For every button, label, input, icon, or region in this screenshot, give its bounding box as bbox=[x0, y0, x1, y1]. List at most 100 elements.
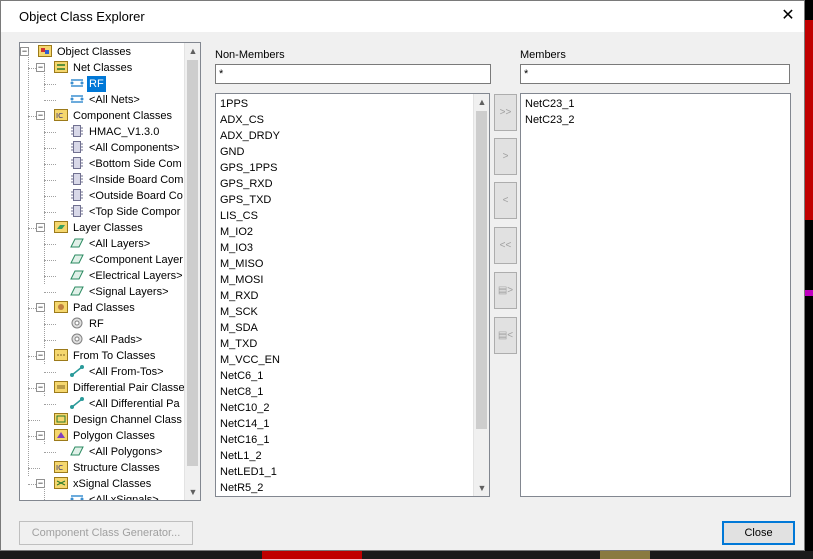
scroll-down-icon[interactable]: ▼ bbox=[474, 480, 489, 496]
tree-node[interactable]: RF bbox=[70, 316, 106, 332]
layer-class-icon bbox=[70, 253, 84, 265]
list-item[interactable]: NetC16_1 bbox=[220, 432, 270, 448]
tree-node[interactable]: RF bbox=[70, 76, 106, 92]
tree-node[interactable]: <Bottom Side Com bbox=[70, 156, 184, 172]
tree-node[interactable]: Layer Classes bbox=[54, 220, 145, 236]
list-item[interactable]: M_RXD bbox=[220, 288, 259, 304]
tree-node[interactable]: IC Component Classes bbox=[54, 108, 174, 124]
tree-node-label: <All Differential Pa bbox=[89, 398, 180, 410]
add-special-button[interactable]: ▤> bbox=[494, 272, 517, 309]
tree-node[interactable]: Polygon Classes bbox=[54, 428, 157, 444]
list-item[interactable]: GND bbox=[220, 144, 244, 160]
tree-node-label: <All Pads> bbox=[89, 334, 143, 346]
close-button[interactable]: Close bbox=[722, 521, 795, 545]
pad-classes-icon bbox=[54, 301, 68, 314]
remove-all-button[interactable]: << bbox=[494, 227, 517, 264]
members-list[interactable]: NetC23_1 NetC23_2 bbox=[520, 93, 791, 497]
tree-node[interactable]: Differential Pair Classe bbox=[54, 380, 185, 396]
tree-connector bbox=[44, 308, 45, 348]
close-icon[interactable]: ✕ bbox=[778, 6, 798, 26]
list-item[interactable]: M_SCK bbox=[220, 304, 258, 320]
remove-special-button[interactable]: ▤< bbox=[494, 317, 517, 354]
background-editor-strip bbox=[262, 551, 362, 559]
tree-node[interactable]: <Top Side Compor bbox=[70, 204, 182, 220]
tree-node[interactable]: Design Channel Class bbox=[54, 412, 184, 428]
list-item[interactable]: LIS_CS bbox=[220, 208, 258, 224]
list-item[interactable]: GPS_1PPS bbox=[220, 160, 277, 176]
list-item[interactable]: 1PPS bbox=[220, 96, 248, 112]
non-members-scrollbar[interactable]: ▲ ▼ bbox=[473, 94, 489, 496]
tree-node[interactable]: xSignal Classes bbox=[54, 476, 153, 492]
add-all-button[interactable]: >> bbox=[494, 94, 517, 131]
list-item[interactable]: NetC23_1 bbox=[525, 96, 575, 112]
list-item[interactable]: ADX_CS bbox=[220, 112, 264, 128]
from-to-classes-icon bbox=[54, 349, 68, 362]
object-classes-icon bbox=[38, 45, 52, 58]
add-button[interactable]: > bbox=[494, 138, 517, 175]
tree-node[interactable]: <All Differential Pa bbox=[70, 396, 182, 412]
background-editor-strip bbox=[805, 20, 813, 220]
tree-node[interactable]: Net Classes bbox=[54, 60, 134, 76]
list-item[interactable]: NetC6_1 bbox=[220, 368, 263, 384]
window-title: Object Class Explorer bbox=[19, 9, 145, 24]
list-item[interactable]: NetR5_2 bbox=[220, 480, 263, 496]
list-item[interactable]: NetC10_2 bbox=[220, 400, 270, 416]
scroll-up-icon[interactable]: ▲ bbox=[474, 94, 489, 110]
tree-connector bbox=[28, 420, 40, 421]
tree-node[interactable]: IC Structure Classes bbox=[54, 460, 162, 476]
tree-connector bbox=[44, 260, 56, 261]
tree-node[interactable]: <All Components> bbox=[70, 140, 182, 156]
tree-node[interactable]: <Inside Board Com bbox=[70, 172, 185, 188]
tree-node[interactable]: <Component Layer bbox=[70, 252, 185, 268]
tree-node[interactable]: <All Nets> bbox=[70, 92, 142, 108]
tree-scrollbar[interactable]: ▲ ▼ bbox=[184, 43, 200, 500]
list-item[interactable]: NetC23_2 bbox=[525, 112, 575, 128]
tree-node-label: Net Classes bbox=[73, 62, 133, 74]
list-item[interactable]: NetLED1_1 bbox=[220, 464, 277, 480]
tree-node-label: HMAC_V1.3.0 bbox=[89, 126, 160, 138]
tree-node[interactable]: <All Layers> bbox=[70, 236, 152, 252]
tree-node[interactable]: Pad Classes bbox=[54, 300, 137, 316]
tree-node-label: Layer Classes bbox=[73, 222, 143, 234]
list-item[interactable]: M_TXD bbox=[220, 336, 257, 352]
scroll-up-icon[interactable]: ▲ bbox=[185, 43, 200, 59]
tree-scroll-thumb[interactable] bbox=[187, 60, 198, 466]
tree-node[interactable]: Object Classes bbox=[38, 44, 133, 60]
tree-node[interactable]: <All xSignals> bbox=[70, 492, 161, 500]
list-item[interactable]: GPS_TXD bbox=[220, 192, 271, 208]
layer-class-icon bbox=[70, 237, 84, 249]
tree-connector bbox=[44, 116, 45, 220]
list-item[interactable]: M_MISO bbox=[220, 256, 263, 272]
list-item[interactable]: M_IO3 bbox=[220, 240, 253, 256]
tree-node[interactable]: <All Pads> bbox=[70, 332, 144, 348]
list-item[interactable]: M_MOSI bbox=[220, 272, 263, 288]
tree-node[interactable]: <All From-Tos> bbox=[70, 364, 166, 380]
list-item[interactable]: M_SDA bbox=[220, 320, 258, 336]
list-item[interactable]: M_IO2 bbox=[220, 224, 253, 240]
non-members-filter-input[interactable]: * bbox=[215, 64, 491, 84]
tree-node[interactable]: <Outside Board Co bbox=[70, 188, 185, 204]
class-tree[interactable]: − Object Classes − Net Classes RF <All Nets> −… bbox=[19, 42, 201, 501]
tree-node[interactable]: From To Classes bbox=[54, 348, 157, 364]
list-item[interactable]: NetL1_2 bbox=[220, 448, 262, 464]
members-filter-input[interactable]: * bbox=[520, 64, 790, 84]
tree-node[interactable]: <All Polygons> bbox=[70, 444, 164, 460]
remove-button[interactable]: < bbox=[494, 182, 517, 219]
tree-node[interactable]: <Electrical Layers> bbox=[70, 268, 185, 284]
list-item[interactable]: M_VCC_EN bbox=[220, 352, 280, 368]
list-item[interactable]: NetC14_1 bbox=[220, 416, 270, 432]
list-item[interactable]: NetC8_1 bbox=[220, 384, 263, 400]
scroll-down-icon[interactable]: ▼ bbox=[185, 484, 200, 500]
tree-node-label: <Component Layer bbox=[89, 254, 183, 266]
tree-node[interactable]: HMAC_V1.3.0 bbox=[70, 124, 161, 140]
svg-text:IC: IC bbox=[56, 464, 63, 472]
list-item[interactable]: GPS_RXD bbox=[220, 176, 273, 192]
non-members-list[interactable]: 1PPS ADX_CS ADX_DRDY GND GPS_1PPS GPS_RXD GPS_… bbox=[215, 93, 490, 497]
tree-connector bbox=[44, 276, 56, 277]
list-item[interactable]: ADX_DRDY bbox=[220, 128, 280, 144]
tree-connector bbox=[44, 196, 56, 197]
non-members-scroll-thumb[interactable] bbox=[476, 111, 487, 429]
component-class-generator-button[interactable]: Component Class Generator... bbox=[19, 521, 193, 545]
tree-node[interactable]: <Signal Layers> bbox=[70, 284, 171, 300]
tree-connector bbox=[44, 452, 56, 453]
